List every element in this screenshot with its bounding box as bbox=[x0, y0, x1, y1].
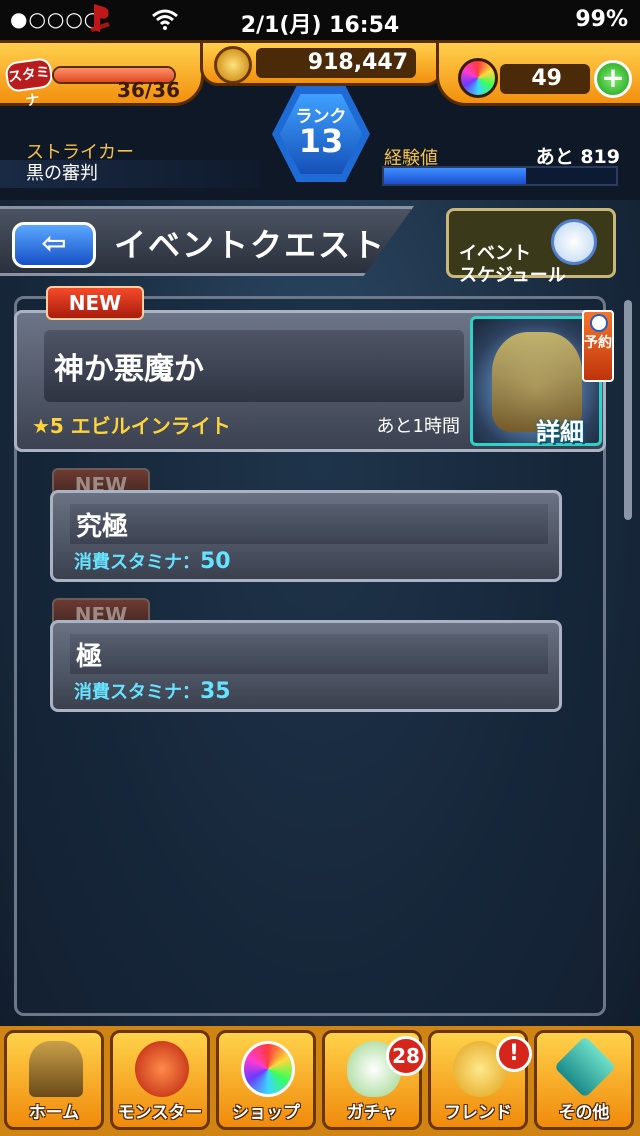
coin-count: 918,447 bbox=[256, 48, 416, 78]
rainbow-orb-icon bbox=[458, 58, 498, 98]
nav-label: その他 bbox=[558, 1103, 610, 1123]
home-gate-icon bbox=[29, 1041, 83, 1097]
back-button[interactable]: ⇦ bbox=[12, 222, 96, 268]
reserve-button[interactable]: 予約 bbox=[582, 310, 614, 382]
quest-time-left: あと1時間 bbox=[376, 416, 460, 437]
gold-coin-icon bbox=[214, 46, 252, 84]
exp-bar-fill bbox=[384, 168, 526, 184]
stamina-value: 36/36 bbox=[117, 78, 180, 102]
sub-quest-cost: 消費スタミナ：50 bbox=[74, 549, 231, 574]
orb-icon bbox=[241, 1041, 295, 1097]
nav-label: ホーム bbox=[28, 1103, 80, 1123]
nav-other[interactable]: その他 bbox=[534, 1030, 634, 1130]
exp-remaining: あと 819 bbox=[535, 146, 620, 168]
nav-label: フレンド bbox=[444, 1103, 512, 1123]
clock-icon bbox=[551, 219, 597, 265]
reserve-label: 予約 bbox=[584, 335, 612, 351]
sub-quest-title-plate bbox=[70, 504, 548, 544]
nav-label: ガチャ bbox=[346, 1103, 398, 1123]
status-bar: ●○○○○ 2/1(月) 16:54 99% bbox=[0, 0, 640, 40]
quest-title: 神か悪魔か bbox=[54, 352, 204, 387]
nav-shop[interactable]: ショップ bbox=[216, 1030, 316, 1130]
sub-quest-title-plate bbox=[70, 634, 548, 674]
player-title: 黒の審判 bbox=[0, 160, 260, 188]
rank-value: 13 bbox=[298, 122, 344, 160]
battery-level: 99% bbox=[575, 7, 628, 32]
scrollbar[interactable] bbox=[624, 300, 632, 520]
clock-icon bbox=[590, 314, 608, 332]
orb-count: 49 bbox=[500, 64, 590, 94]
gacha-count-badge: 28 bbox=[386, 1036, 426, 1076]
nav-label: モンスター bbox=[117, 1103, 203, 1123]
nav-home[interactable]: ホーム bbox=[4, 1030, 104, 1130]
buy-orbs-button[interactable]: + bbox=[594, 60, 632, 98]
nav-label: ショップ bbox=[232, 1103, 300, 1123]
sub-quest-cost: 消費スタミナ：35 bbox=[74, 679, 231, 704]
friend-alert-badge: ! bbox=[496, 1036, 532, 1072]
nav-monster[interactable]: モンスター bbox=[110, 1030, 210, 1130]
new-badge: NEW bbox=[46, 286, 144, 320]
monster-icon bbox=[135, 1041, 189, 1097]
sub-quest-title: 極 bbox=[76, 642, 103, 672]
quest-boss: ★5 エビルインライト bbox=[32, 414, 231, 438]
sub-quest-title: 究極 bbox=[76, 512, 129, 542]
event-schedule-label: イベント スケジュール bbox=[459, 243, 566, 286]
exp-bar bbox=[382, 166, 618, 186]
other-icon bbox=[553, 1035, 617, 1099]
detail-button[interactable]: 詳細 bbox=[536, 412, 606, 446]
clock: 2/1(月) 16:54 bbox=[240, 13, 400, 38]
event-schedule-button[interactable]: イベント スケジュール bbox=[446, 208, 616, 286]
page-title: イベントクエスト bbox=[114, 226, 387, 264]
